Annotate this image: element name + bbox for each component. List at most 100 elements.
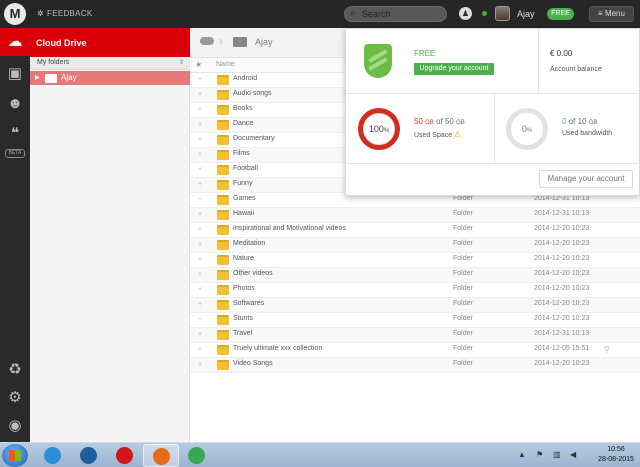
chrome-taskbar-button[interactable] [179,444,215,467]
file-name[interactable]: Meditation [233,240,265,247]
my-folders-label: My folders [37,59,70,66]
file-date: 2014-12-20 10:23 [534,240,590,247]
contacts-icon[interactable]: ▣ [0,60,30,88]
tray-arrow-icon[interactable]: ▲ [518,450,528,460]
plus-icon[interactable]: + [198,76,202,83]
file-name[interactable]: Truely ultimate xxx collection [233,345,322,352]
file-name[interactable]: Inspirational and Motivational videos [233,225,346,232]
recycle-bin-icon[interactable]: ♻ [0,356,30,384]
flag-icon[interactable]: ⚑ [536,450,546,460]
plus-icon[interactable]: + [198,271,202,278]
opera-taskbar-button[interactable] [107,444,143,467]
file-name[interactable]: Softwares [233,300,264,307]
table-row[interactable]: + Inspirational and Motivational videos Fo… [190,223,640,238]
chat-icon[interactable]: ❝ [0,120,30,148]
manage-account-button[interactable]: Manage your account [539,170,633,188]
network-icon[interactable]: ▥ [553,450,563,460]
expand-triangle-icon[interactable]: ▶ [35,74,40,81]
file-name[interactable]: Books [233,105,252,112]
file-name[interactable]: Video Songs [233,360,273,367]
feedback-link[interactable]: ✲ FEEDBACK [37,9,93,18]
file-name[interactable]: Dance [233,120,253,127]
sort-arrows-icon[interactable]: ⇕ [179,59,184,66]
table-row[interactable]: + Photos Folder 2014-12-20 10:23 [190,283,640,298]
plus-icon[interactable]: + [198,106,202,113]
user-avatar[interactable] [495,6,510,21]
plus-icon[interactable]: + [198,226,202,233]
cloud-drive-icon[interactable]: ☁ [0,28,30,56]
firefox-taskbar-button[interactable] [143,444,179,467]
plus-icon[interactable]: + [198,211,202,218]
my-folders-sort[interactable]: My folders ⇕ [30,57,190,70]
name-column-header[interactable]: Name [216,61,235,68]
search-icon: ⌕ [350,8,356,19]
plan-badge[interactable]: FREE [547,8,574,20]
username[interactable]: Ajay [517,9,535,19]
file-name[interactable]: Documentary [233,135,275,142]
system-clock[interactable]: 10:56 28-08-2015 [598,445,634,465]
used-bandwidth-value: 0 of 10 GB [562,117,598,126]
table-row[interactable]: + Other videos Folder 2014-12-20 10:23 [190,268,640,283]
table-row[interactable]: + Meditation Folder 2014-12-20 10:23 [190,238,640,253]
table-row[interactable]: + Stunts Folder 2014-12-20 10:23 [190,313,640,328]
table-row[interactable]: + Travel Folder 2014-12-31 10:13 [190,328,640,343]
plus-icon[interactable]: + [198,301,202,308]
plus-icon[interactable]: + [198,121,202,128]
plus-icon[interactable]: + [198,166,202,173]
tree-node-root[interactable]: ▶ Ajay [30,71,190,85]
plan-label: FREE [414,49,436,58]
plus-icon[interactable]: + [198,331,202,338]
file-name[interactable]: Football [233,165,258,172]
cloud-icon[interactable] [200,37,214,45]
file-name[interactable]: Films [233,150,250,157]
table-row[interactable]: + Video Songs Folder 2014-12-20 10:23 [190,358,640,373]
plus-icon[interactable]: + [198,256,202,263]
plus-icon[interactable]: + [198,361,202,368]
file-type: Folder [453,195,473,202]
camera-icon[interactable]: ◉ [0,412,30,440]
folder-icon [217,360,229,370]
plus-icon[interactable]: + [198,196,202,203]
folder-icon [217,90,229,100]
mega-logo[interactable]: M [4,3,26,25]
file-name[interactable]: Funny [233,180,252,187]
file-date: 2014-12-20 10:23 [534,300,590,307]
plus-icon[interactable]: + [198,91,202,98]
table-row[interactable]: + Truely ultimate xxx collection Folder 201… [190,343,640,358]
plus-icon[interactable]: + [198,286,202,293]
search-box[interactable]: ⌕ [344,6,447,22]
ccleaner-taskbar-button[interactable] [71,444,107,467]
plus-icon[interactable]: + [198,346,202,353]
file-name[interactable]: Other videos [233,270,273,277]
cloud-drive-header[interactable]: Cloud Drive [30,28,190,57]
link-icon[interactable]: ⚲ [604,345,610,354]
file-name[interactable]: Travel [233,330,252,337]
file-name[interactable]: Hawaii [233,210,254,217]
plus-icon[interactable]: + [198,181,202,188]
notifications-icon[interactable]: ♟ [459,7,472,20]
breadcrumb-folder[interactable]: Ajay [255,37,273,47]
table-row[interactable]: + Nature Folder 2014-12-20 10:23 [190,253,640,268]
search-input[interactable] [362,8,442,20]
plus-icon[interactable]: + [198,316,202,323]
shared-users-icon[interactable]: ☻ [0,90,30,118]
plus-icon[interactable]: + [198,136,202,143]
file-name[interactable]: Android [233,75,257,82]
upgrade-button[interactable]: Upgrade your account [414,63,494,75]
internet-explorer-taskbar-button[interactable] [35,444,71,467]
file-name[interactable]: Games [233,195,256,202]
file-name[interactable]: Stunts [233,315,253,322]
menu-button[interactable]: ≡ Menu [589,6,634,22]
file-name[interactable]: Audio songs [233,90,272,97]
start-button[interactable] [2,444,28,467]
file-name[interactable]: Nature [233,255,254,262]
file-name[interactable]: Photos [233,285,255,292]
star-icon[interactable]: ★ [195,60,202,69]
table-row[interactable]: + Hawaii Folder 2014-12-31 10:13 [190,208,640,223]
plus-icon[interactable]: + [198,151,202,158]
clock-time: 10:56 [607,446,625,453]
plus-icon[interactable]: + [198,241,202,248]
settings-gear-icon[interactable]: ⚙ [0,384,30,412]
table-row[interactable]: + Softwares Folder 2014-12-20 10:23 [190,298,640,313]
volume-icon[interactable]: ◀ [570,450,580,460]
